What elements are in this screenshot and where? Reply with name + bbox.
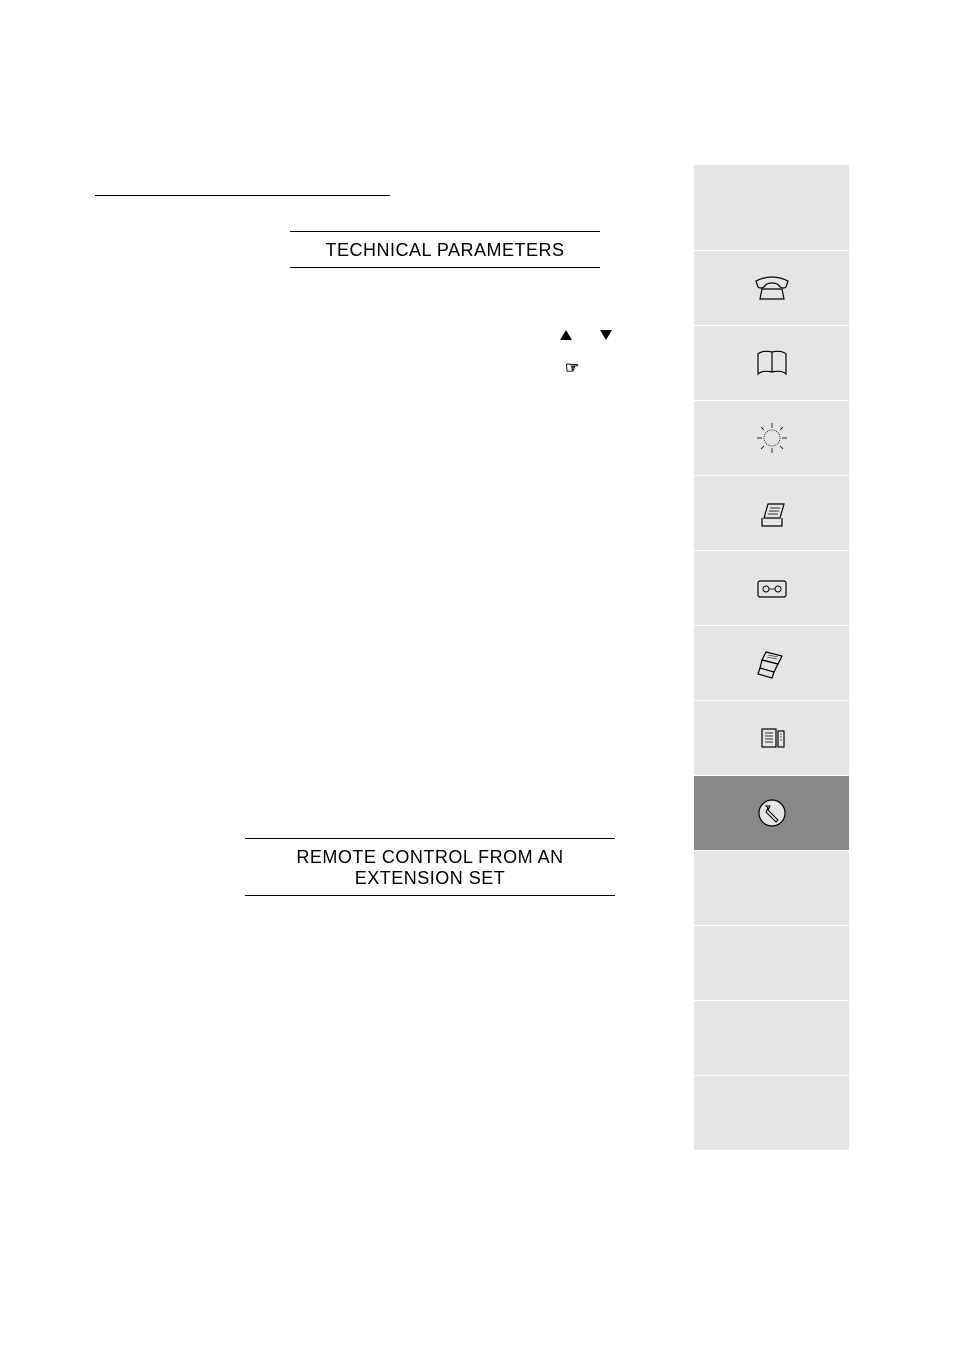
sidebar-item-book[interactable] xyxy=(694,326,849,400)
sidebar-item-settings[interactable] xyxy=(694,776,849,850)
nav-down-arrow-icon xyxy=(600,330,612,340)
fax-tray-icon xyxy=(748,492,796,534)
sidebar-spacer-top xyxy=(694,165,849,250)
document-stack-icon xyxy=(748,717,796,759)
sidebar-navigation xyxy=(694,165,849,1151)
sidebar-spacer-3 xyxy=(694,1001,849,1075)
sidebar-spacer-1 xyxy=(694,851,849,925)
cassette-icon xyxy=(748,567,796,609)
sidebar-item-sun[interactable] xyxy=(694,401,849,475)
main-content-area: TECHNICAL PARAMETERS REMOTE CONTROL FROM… xyxy=(95,195,625,896)
heading-divider-bottom xyxy=(290,267,600,268)
technical-parameters-heading-box: TECHNICAL PARAMETERS xyxy=(290,231,600,268)
sidebar-item-cassette[interactable] xyxy=(694,551,849,625)
printer-icon xyxy=(748,642,796,684)
sidebar-spacer-2 xyxy=(694,926,849,1000)
heading-divider-bottom-2 xyxy=(245,895,615,896)
heading-divider-top xyxy=(290,231,600,232)
sidebar-spacer-4 xyxy=(694,1076,849,1150)
sidebar-item-telephone[interactable] xyxy=(694,251,849,325)
pointing-hand-icon: ☞ xyxy=(565,358,579,378)
nav-up-arrow-icon xyxy=(560,330,572,340)
remote-control-heading-box: REMOTE CONTROL FROM AN EXTENSION SET xyxy=(245,838,615,896)
sidebar-item-fax-tray[interactable] xyxy=(694,476,849,550)
sidebar-item-printer[interactable] xyxy=(694,626,849,700)
top-section-divider xyxy=(95,195,390,196)
sun-icon xyxy=(748,417,796,459)
remote-control-heading: REMOTE CONTROL FROM AN EXTENSION SET xyxy=(245,847,615,889)
book-icon xyxy=(748,342,796,384)
sidebar-item-document-stack[interactable] xyxy=(694,701,849,775)
technical-parameters-heading: TECHNICAL PARAMETERS xyxy=(290,240,600,261)
telephone-icon xyxy=(748,267,796,309)
wrench-circle-icon xyxy=(748,792,796,834)
heading-divider-top-2 xyxy=(245,838,615,839)
